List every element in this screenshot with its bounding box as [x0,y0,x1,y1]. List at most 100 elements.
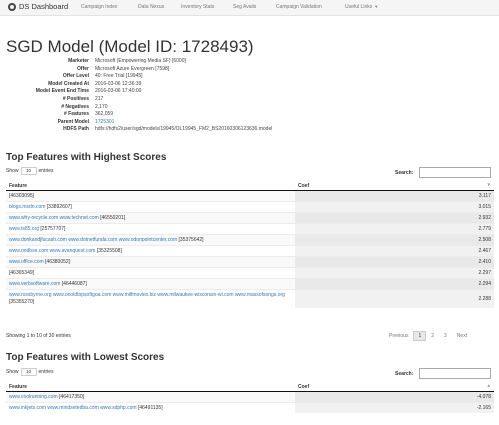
feature-cell: www.ts85.org [25757707] [6,223,295,235]
meta-key: Parent Model [57,118,89,125]
feature-link[interactable]: www.verbsoftware.com [9,281,60,287]
feature-cell: blogs.msdn.com [33892607] [6,201,295,213]
highest-features-table: Feature Coef ▼ [46303095] 3.117 blogs.msd… [6,181,494,308]
search-input[interactable] [419,167,492,178]
feature-link[interactable]: www.donkandjfucash.com www.dotnetfunda.c… [9,237,177,243]
feature-id: [35325508] [96,248,122,254]
nav-data-nexus[interactable]: Data Nexus [138,4,164,10]
feature-id: [25757707] [40,226,66,232]
column-header-coef[interactable]: Coef ▼ [295,181,494,191]
header-label: Feature [9,182,28,189]
show-label: Show [6,168,19,174]
sort-desc-icon: ▼ [486,182,491,187]
table-row: www.coolrunning.com [46417350] -4.078 [6,391,494,403]
table-info: Showing 1 to 10 of 30 entries [6,333,71,339]
coef-cell: 2.410 [295,256,494,268]
meta-value: 2016-03-06 17:40:00 [95,88,142,95]
entries-label: entries [38,369,54,375]
lowest-features-table: Feature Coef ▲ www.coolrunning.com [46417… [6,382,494,413]
column-header-coef[interactable]: Coef ▲ [295,382,494,392]
table-row: www.verbsoftware.com [46446087] 2.294 [6,278,494,290]
coef-cell: 2.932 [295,212,494,224]
pager-previous[interactable]: Previous [384,333,413,339]
meta-key: Marketer [68,58,89,64]
feature-cell: [46303095] [6,190,295,202]
column-header-feature[interactable]: Feature [6,382,295,392]
nav-inventory-stats[interactable]: Inventory Stats [181,4,214,10]
feature-link[interactable]: www.ondbse.com www.avanquest.com [9,248,95,254]
meta-key: Offer Level [62,73,89,80]
feature-cell: www.rossbyrne.org www.onoldtopsoftgoa.co… [6,289,295,308]
feature-id: [46380052] [45,259,71,265]
feature-link[interactable]: blogs.msdn.com [9,204,45,210]
pager-page-2[interactable]: 2 [426,333,439,339]
header-label: Feature [9,383,28,390]
feature-cell: www.inkjets.com www.mindsetedba.com www.… [6,402,295,413]
sort-asc-icon: ▲ [486,383,491,388]
table-row: www.rossbyrne.org www.onoldtopsoftgoa.co… [6,289,494,308]
feature-link[interactable]: www.rossbyrne.org www.onoldtopsoftgoa.co… [9,292,285,298]
parent-model-link[interactable]: 1725301 [95,119,114,125]
meta-value: 217 [95,95,104,102]
table-row: [46365349] 2.297 [6,267,494,279]
pager-page-1[interactable]: 1 [413,331,427,341]
show-label: Show [6,369,19,375]
table-row: [46303095] 3.117 [6,190,494,202]
feature-cell: www.why-recycle.com www.technet.com [465… [6,212,295,224]
feature-link[interactable]: www.coolrunning.com [9,394,58,400]
feature-id: [35375642] [178,237,204,243]
coef-cell: 2.297 [295,267,494,279]
coef-cell: -2.165 [295,402,494,413]
meta-key: # Negatives [61,103,89,110]
feature-cell: www.donkandjfucash.com www.dotnetfunda.c… [6,234,295,246]
search-input-lowest[interactable] [419,368,492,379]
meta-value: Microsoft (Empowering Media SF) [6000] [95,58,186,64]
coef-cell: 2.779 [295,223,494,235]
search-control-lowest: Search: [395,368,492,379]
header-label: Coef [298,383,310,390]
table-row: www.why-recycle.com www.technet.com [465… [6,212,494,224]
page-title: SGD Model (Model ID: 1728493) [6,37,254,56]
column-header-feature[interactable]: Feature [6,181,295,191]
nav-campaign-index[interactable]: Campaign Index [81,4,117,10]
brand[interactable]: DS Dashboard [8,2,68,11]
nav-seg-avails[interactable]: Seg Avails [233,4,256,10]
feature-link[interactable]: www.why-recycle.com www.technet.com [9,215,99,221]
coef-cell: -4.078 [295,391,494,403]
coef-cell: 2.294 [295,278,494,290]
coef-cell: 2.508 [295,234,494,246]
meta-value: Microsoft Azure Evergreen [7598] [95,65,170,72]
meta-key: Model Event End Time [35,88,89,95]
pager-page-3[interactable]: 3 [439,333,452,339]
nav-campaign-validation[interactable]: Campaign Validation [276,4,322,10]
nav-useful-links[interactable]: Useful Links ▼ [345,4,378,10]
table-row: blogs.msdn.com [33892607] 3.015 [6,201,494,213]
meta-value: 2016-03-06 12:36:39 [95,80,142,87]
section-title-lowest: Top Features with Lowest Scores [6,352,165,363]
coef-cell: 2.467 [295,245,494,257]
meta-value: 2,170 [95,103,108,110]
coef-cell: 2.288 [295,289,494,308]
feature-cell: www.ondbse.com www.avanquest.com [353255… [6,245,295,257]
meta-value: 40: Free Trial [19945] [95,73,143,80]
entries-select-lowest[interactable]: 10 [20,368,37,376]
meta-key: # Features [63,111,89,118]
section-title-highest: Top Features with Highest Scores [6,152,167,163]
feature-id: [46303095] [9,193,35,199]
coef-cell: 3.117 [295,190,494,202]
feature-id: [46491135] [137,405,163,411]
feature-link[interactable]: www.inkjets.com www.mindsetedba.com www.… [9,405,137,411]
feature-cell: www.coolrunning.com [46417350] [6,391,295,403]
brand-logo-icon [8,2,16,11]
table-row: www.inkjets.com www.mindsetedba.com www.… [6,402,494,413]
feature-cell: [46365349] [6,267,295,279]
feature-link[interactable]: www.office.com [9,259,44,265]
pager-next[interactable]: Next [452,333,472,339]
feature-link[interactable]: www.ts85.org [9,226,39,232]
pagination: Previous 1 2 3 Next [384,331,472,341]
entries-select[interactable]: 10 [20,167,37,175]
chevron-down-icon: ▼ [374,4,379,9]
meta-value: 362,059 [95,111,114,118]
table-row: www.donkandjfucash.com www.dotnetfunda.c… [6,234,494,246]
feature-cell: www.office.com [46380052] [6,256,295,268]
